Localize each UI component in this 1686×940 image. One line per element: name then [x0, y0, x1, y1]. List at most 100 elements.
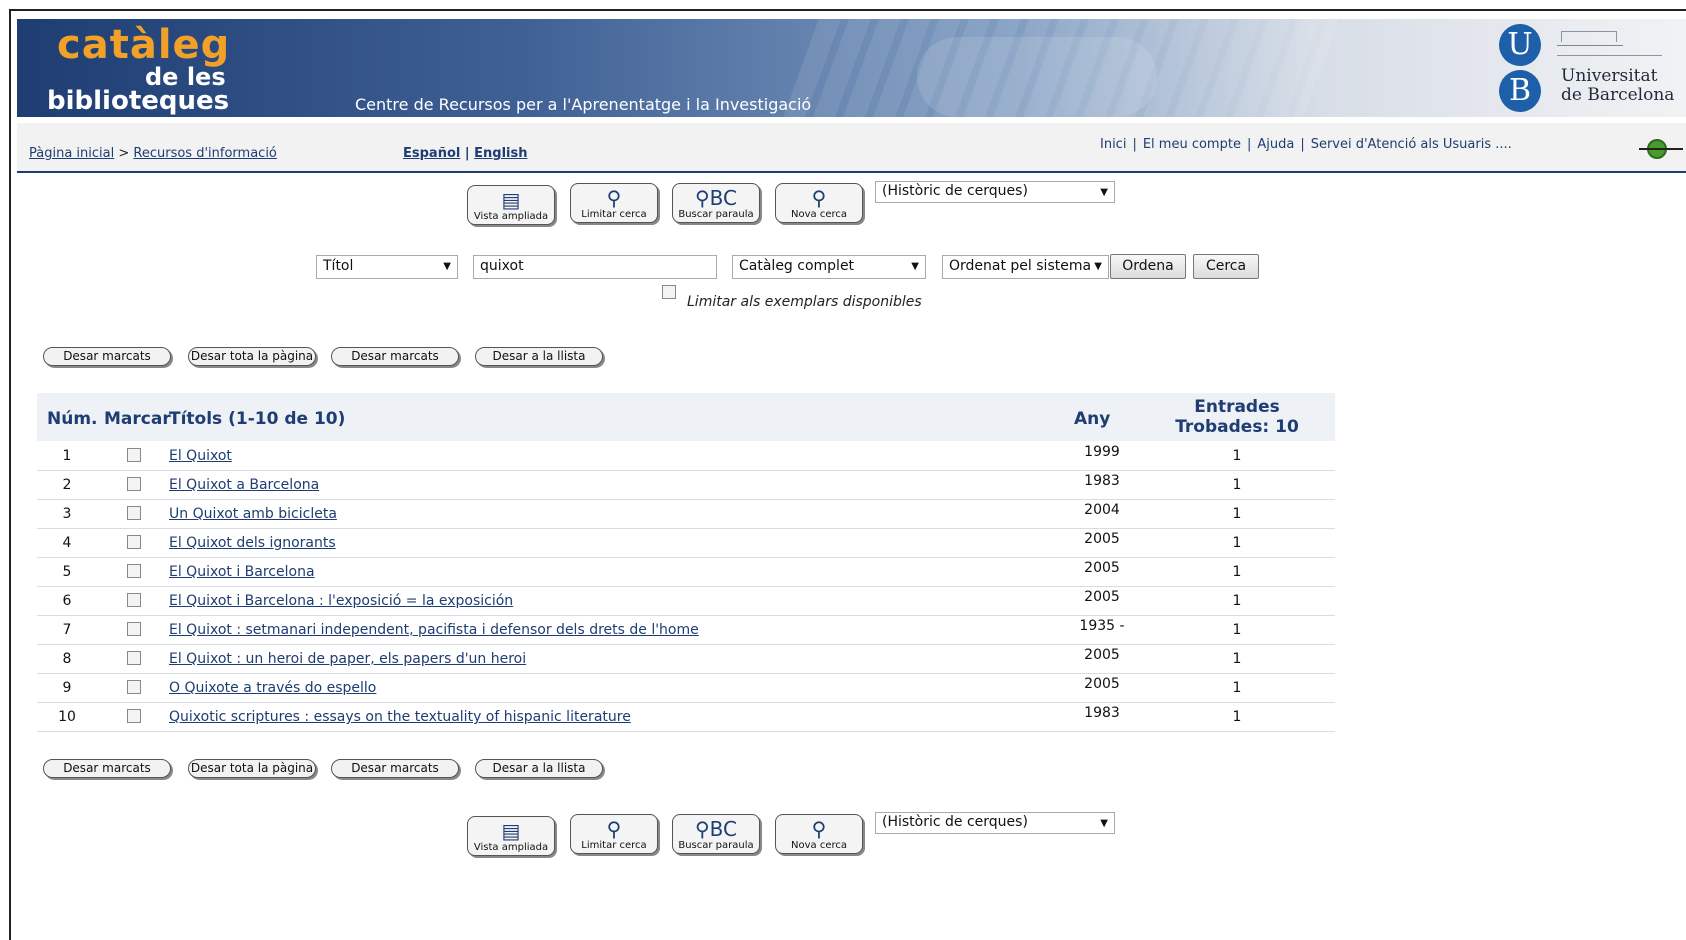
- table-row: 2 El Quixot a Barcelona 1983 1: [37, 470, 1335, 500]
- nova-cerca-button[interactable]: ⚲ Nova cerca: [775, 183, 863, 223]
- search-icon: ⚲: [811, 817, 827, 841]
- sort-button[interactable]: Ordena: [1110, 254, 1186, 279]
- save-page-button[interactable]: Desar tota la pàgina: [188, 347, 316, 366]
- save-to-list-button-bottom[interactable]: Desar a la llista: [475, 759, 603, 778]
- row-title-link[interactable]: El Quixot i Barcelona: [169, 564, 315, 580]
- search-button[interactable]: Cerca: [1193, 254, 1259, 279]
- row-num: 10: [58, 709, 76, 725]
- save-marked-button-2-bottom[interactable]: Desar marcats: [331, 759, 459, 778]
- limitar-cerca-button[interactable]: ⚲ Limitar cerca: [570, 183, 658, 223]
- col-num-header: Núm.: [47, 409, 98, 429]
- save-page-button-bottom[interactable]: Desar tota la pàgina: [188, 759, 316, 778]
- row-mark-checkbox[interactable]: [127, 564, 141, 578]
- col-mark-header: Marcar: [104, 409, 171, 429]
- magnifier-icon: ⚲: [606, 186, 622, 210]
- row-num: 7: [62, 622, 72, 638]
- row-mark-checkbox[interactable]: [127, 535, 141, 549]
- lang-es-link[interactable]: Español: [403, 146, 460, 161]
- ub-name[interactable]: Universitat de Barcelona: [1561, 67, 1674, 105]
- col-entries-line1: Entrades: [1194, 397, 1280, 417]
- table-row: 4 El Quixot dels ignorants 2005 1: [37, 528, 1335, 558]
- magnifier-icon: ⚲: [606, 817, 622, 841]
- ub-name-line1: Universitat: [1561, 66, 1658, 86]
- row-mark-checkbox[interactable]: [127, 506, 141, 520]
- nova-cerca-button-bottom[interactable]: ⚲ Nova cerca: [775, 814, 863, 854]
- row-mark-checkbox[interactable]: [127, 651, 141, 665]
- top-link-separator: |: [1300, 137, 1305, 152]
- row-mark-checkbox[interactable]: [127, 680, 141, 694]
- lang-en-link[interactable]: English: [474, 146, 527, 161]
- table-row: 6 El Quixot i Barcelona : l'exposició = l…: [37, 586, 1335, 616]
- row-entries: 1: [1232, 564, 1242, 580]
- row-num: 3: [62, 506, 72, 522]
- top-link-ajuda[interactable]: Ajuda: [1257, 137, 1294, 152]
- row-mark-checkbox[interactable]: [127, 593, 141, 607]
- history-select[interactable]: (Històric de cerques) ▼: [875, 181, 1115, 203]
- nav-bar: Pàgina inicial > Recursos d'informació E…: [17, 123, 1686, 173]
- globe-icon[interactable]: [1639, 139, 1683, 159]
- top-link-inici[interactable]: Inici: [1100, 137, 1126, 152]
- table-row: 1 El Quixot 1999 1: [37, 441, 1335, 471]
- buscar-paraula-button-bottom[interactable]: ⚲BC Buscar paraula: [672, 814, 760, 854]
- row-mark-checkbox[interactable]: [127, 477, 141, 491]
- search-icon: ⚲: [811, 186, 827, 210]
- table-row: 10 Quixotic scriptures : essays on the te…: [37, 702, 1335, 732]
- row-title-link[interactable]: El Quixot : un heroi de paper, els paper…: [169, 651, 526, 667]
- row-num: 1: [62, 448, 72, 464]
- catalog-select[interactable]: Catàleg complet ▼: [732, 255, 926, 279]
- vista-ampliada-button-bottom[interactable]: ▤ Vista ampliada: [467, 816, 555, 856]
- buscar-paraula-button[interactable]: ⚲BC Buscar paraula: [672, 183, 760, 223]
- row-year: 2005: [1084, 531, 1120, 547]
- col-entries-header[interactable]: Entrades Trobades: 10: [1157, 397, 1317, 437]
- row-num: 4: [62, 535, 72, 551]
- save-marked-button-bottom[interactable]: Desar marcats: [43, 759, 171, 778]
- save-marked-button-2[interactable]: Desar marcats: [331, 347, 459, 366]
- field-select[interactable]: Títol ▼: [316, 255, 458, 279]
- save-marked-button[interactable]: Desar marcats: [43, 347, 171, 366]
- row-year: 2005: [1084, 589, 1120, 605]
- row-title-link[interactable]: O Quixote a través do espello: [169, 680, 376, 696]
- logo-cataleg[interactable]: catàleg: [57, 25, 230, 65]
- row-mark-checkbox[interactable]: [127, 448, 141, 462]
- row-num: 5: [62, 564, 72, 580]
- row-year: 1983: [1084, 705, 1120, 721]
- row-num: 9: [62, 680, 72, 696]
- breadcrumb: Pàgina inicial > Recursos d'informació: [29, 146, 277, 161]
- col-titles-header: Títols (1-10 de 10): [169, 409, 346, 429]
- row-title-link[interactable]: El Quixot a Barcelona: [169, 477, 319, 493]
- limit-available-checkbox[interactable]: [662, 285, 676, 299]
- logo-biblioteques: biblioteques: [47, 86, 230, 116]
- row-mark-checkbox[interactable]: [127, 622, 141, 636]
- row-entries: 1: [1232, 535, 1242, 551]
- row-entries: 1: [1232, 622, 1242, 638]
- ub-logo-b: B: [1499, 70, 1541, 112]
- row-year: 1983: [1084, 473, 1120, 489]
- row-num: 8: [62, 651, 72, 667]
- search-input[interactable]: quixot: [473, 255, 717, 279]
- breadcrumb-separator: >: [114, 146, 134, 161]
- list-view-icon: ▤: [501, 188, 521, 212]
- row-title-link[interactable]: El Quixot dels ignorants: [169, 535, 336, 551]
- sort-select[interactable]: Ordenat pel sistema ▼: [942, 255, 1109, 279]
- chevron-down-icon: ▼: [1100, 818, 1108, 829]
- top-link-compte[interactable]: El meu compte: [1143, 137, 1241, 152]
- history-select-bottom[interactable]: (Històric de cerques) ▼: [875, 812, 1115, 834]
- row-entries: 1: [1232, 477, 1242, 493]
- top-link-separator: |: [1246, 137, 1252, 152]
- col-year-header[interactable]: Any: [1074, 409, 1110, 429]
- row-title-link[interactable]: El Quixot : setmanari independent, pacif…: [169, 622, 699, 638]
- vista-ampliada-button[interactable]: ▤ Vista ampliada: [467, 185, 555, 225]
- row-title-link[interactable]: El Quixot i Barcelona : l'exposició = la…: [169, 593, 513, 609]
- breadcrumb-home-link[interactable]: Pàgina inicial: [29, 146, 114, 161]
- language-switcher: Español | English: [403, 146, 528, 161]
- row-title-link[interactable]: El Quixot: [169, 448, 232, 464]
- row-title-link[interactable]: Un Quixot amb bicicleta: [169, 506, 337, 522]
- top-link-servei[interactable]: Servei d'Atenció als Usuaris: [1311, 137, 1491, 152]
- row-year: 1935 -: [1079, 618, 1125, 634]
- limitar-cerca-button-bottom[interactable]: ⚲ Limitar cerca: [570, 814, 658, 854]
- list-view-icon: ▤: [501, 819, 521, 843]
- save-to-list-button[interactable]: Desar a la llista: [475, 347, 603, 366]
- breadcrumb-resources-link[interactable]: Recursos d'informació: [133, 146, 276, 161]
- row-title-link[interactable]: Quixotic scriptures : essays on the text…: [169, 709, 631, 725]
- row-mark-checkbox[interactable]: [127, 709, 141, 723]
